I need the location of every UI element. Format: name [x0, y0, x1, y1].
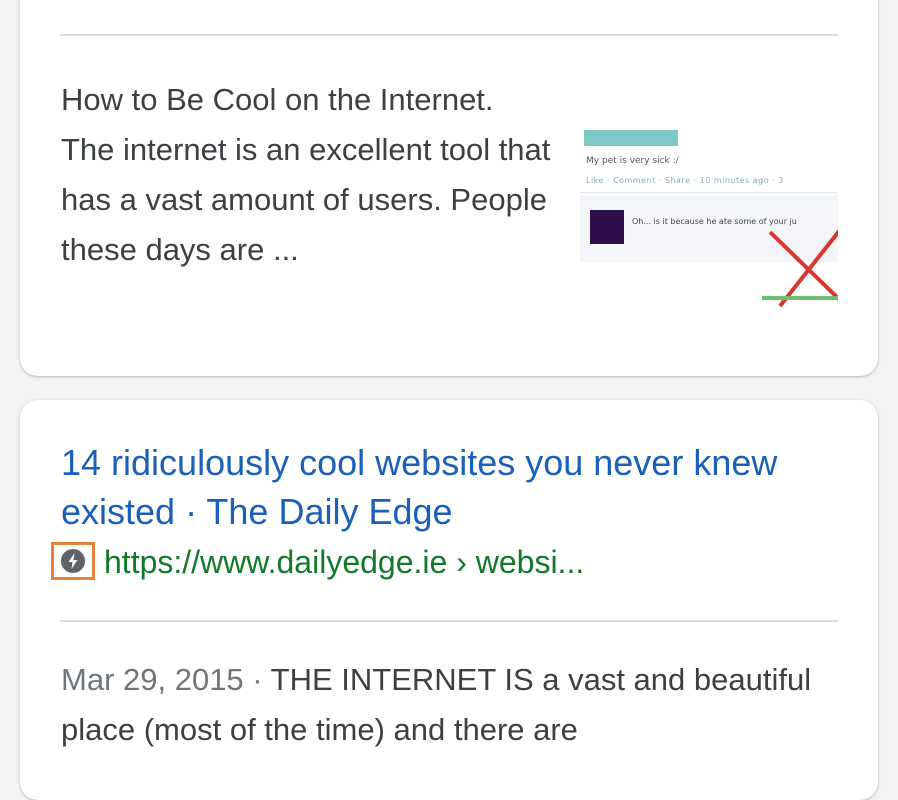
result-title-link[interactable]: 14 ridiculously cool websites you never … [61, 438, 841, 536]
thumbnail-post-text: My pet is very sick :/ [586, 156, 679, 166]
thumbnail-avatar [590, 210, 624, 244]
amp-lightning-icon [61, 549, 85, 573]
thumbnail-green-bar [762, 296, 838, 300]
thumbnail-comment-text: Oh... is it because he ate some of your … [632, 217, 797, 226]
card-divider [60, 34, 838, 36]
result-snippet: Mar 29, 2015 · THE INTERNET IS a vast an… [61, 655, 861, 755]
card-divider [60, 620, 838, 622]
thumbnail-meta-text: Like · Comment · Share · 10 minutes ago … [586, 176, 784, 185]
thumbnail-header-bar [584, 130, 678, 146]
thumbnail-divider [580, 192, 838, 193]
result-url[interactable]: https://www.dailyedge.ie › websi... [104, 542, 584, 582]
amp-icon-highlight[interactable] [51, 542, 95, 580]
result-date: Mar 29, 2015 · [61, 662, 271, 697]
result-card-2[interactable]: 14 ridiculously cool websites you never … [20, 400, 878, 800]
result-snippet: How to Be Cool on the Internet. The inte… [61, 82, 551, 267]
result-card-1[interactable]: How to Be Cool on the Internet. The inte… [20, 0, 878, 376]
result-thumbnail[interactable]: My pet is very sick :/ Like · Comment · … [580, 110, 838, 336]
